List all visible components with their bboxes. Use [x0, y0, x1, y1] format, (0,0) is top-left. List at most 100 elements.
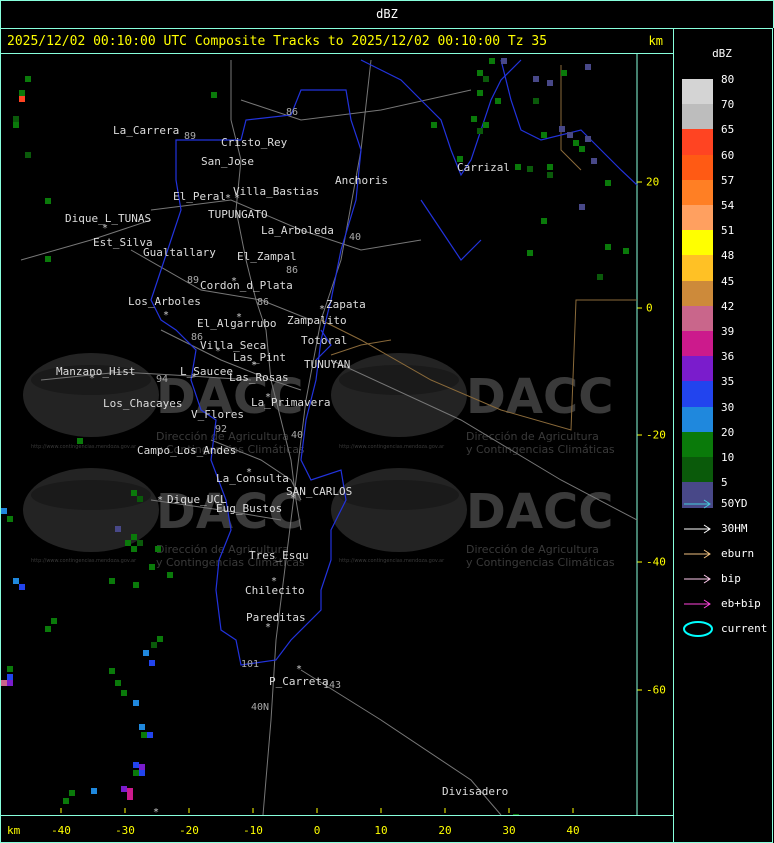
- legend-swatch-label: 45: [721, 274, 735, 288]
- place-label: Los_Arboles: [128, 295, 201, 308]
- track-arrow-icon: [684, 574, 711, 584]
- track-arrow-icon: [684, 549, 711, 559]
- y-tick-label: -40: [646, 555, 666, 569]
- legend-swatch: [682, 381, 713, 408]
- svg-text:*: *: [296, 664, 302, 675]
- place-label: El_Zampal: [237, 250, 297, 263]
- place-label: TUPUNGATO: [208, 208, 268, 221]
- x-tick-label: 40: [566, 824, 580, 837]
- svg-text:*: *: [163, 310, 169, 321]
- svg-text:89: 89: [184, 131, 196, 142]
- place-label: Tres_Esqu: [249, 549, 309, 562]
- legend-swatch: [682, 129, 713, 156]
- track-legend-label: 30HM: [721, 522, 748, 535]
- svg-text:*: *: [265, 622, 271, 633]
- x-tick-label: -20: [179, 824, 199, 837]
- x-tick-label: -40: [51, 824, 71, 837]
- watermark-line2: y Contingencias Climáticas: [466, 443, 615, 456]
- place-label: Eug_Bustos: [216, 502, 282, 515]
- place-label: Zampalito: [287, 314, 347, 327]
- legend-swatch: [682, 230, 713, 257]
- legend-swatch: [682, 331, 713, 357]
- watermark-logos: DACC Dirección de Agricultura y Continge…: [23, 353, 615, 569]
- svg-text:*: *: [191, 372, 197, 383]
- watermark-line1: Dirección de Agricultura: [466, 543, 599, 556]
- place-label: Cristo_Rey: [221, 136, 288, 149]
- legend-swatch: [682, 104, 713, 131]
- watermark-url: http://www.contingencias.mendoza.gov.ar: [339, 558, 445, 564]
- title-bar: 2025/12/02 00:10:00 UTC Composite Tracks…: [0, 28, 674, 54]
- svg-text:86: 86: [286, 265, 298, 276]
- x-tick-label: -30: [115, 824, 135, 837]
- place-label: L_Saucee: [180, 365, 233, 378]
- legend-swatch: [682, 205, 713, 231]
- svg-text:*: *: [215, 346, 221, 357]
- place-label: Villa_Bastias: [233, 185, 319, 198]
- legend-swatch: [682, 305, 713, 332]
- place-label: Las_Rosas: [229, 371, 289, 384]
- legend-swatch-label: 30: [721, 400, 735, 414]
- svg-text:143: 143: [323, 680, 341, 691]
- track-legend-label: 50YD: [721, 497, 748, 510]
- current-ellipse-icon: [683, 621, 713, 637]
- legend-title: dBZ: [712, 47, 732, 60]
- svg-text:40: 40: [291, 430, 303, 441]
- svg-text:40N: 40N: [251, 702, 269, 713]
- svg-text:*: *: [225, 193, 231, 204]
- legend-swatch: [682, 406, 713, 433]
- top-bar: dBZ: [0, 0, 774, 28]
- x-tick-label: 0: [313, 824, 321, 837]
- legend-swatch-label: 70: [721, 98, 735, 112]
- svg-text:89: 89: [187, 275, 199, 286]
- legend-swatch: [682, 356, 713, 383]
- place-label: Gualtallary: [143, 246, 216, 259]
- x-axis: km -40 -30 -20 -10 0 10 20 30 40: [0, 815, 674, 843]
- watermark-url: http://www.contingencias.mendoza.gov.ar: [339, 444, 445, 450]
- place-label: La_Arboleda: [261, 224, 334, 237]
- legend-swatch-label: 39: [721, 325, 735, 338]
- svg-text:94: 94: [156, 374, 168, 385]
- legend-swatch: [682, 280, 713, 307]
- legend-swatch: [682, 179, 713, 206]
- svg-text:86: 86: [191, 332, 203, 343]
- y-tick-label: -20: [646, 428, 666, 442]
- map-canvas[interactable]: DACC Dirección de Agricultura y Continge…: [1, 53, 673, 815]
- legend-swatch-label: 65: [721, 123, 735, 137]
- watermark-line2: y Contingencias Climáticas: [466, 556, 615, 569]
- y-tick-label: -60: [646, 683, 666, 697]
- place-label: Carrizal: [457, 161, 510, 174]
- legend-swatch-label: 35: [721, 375, 735, 389]
- legend-swatch: [682, 255, 713, 282]
- place-label: Las_Pint: [233, 351, 286, 364]
- place-label: Zapata: [326, 298, 366, 311]
- svg-text:*: *: [319, 304, 325, 315]
- place-label: V_Flores: [191, 408, 244, 421]
- legend-swatch-label: 48: [721, 249, 735, 263]
- track-legend-label: bip: [721, 572, 741, 585]
- radar-map[interactable]: DACC Dirección de Agricultura y Continge…: [0, 53, 674, 816]
- legend-swatch: [682, 457, 713, 483]
- svg-text:40: 40: [349, 232, 361, 243]
- place-label: Manzano_Hist: [56, 365, 135, 378]
- svg-text:86: 86: [257, 297, 269, 308]
- x-tick-label: -10: [243, 824, 263, 837]
- place-label: Totoral: [301, 334, 347, 347]
- x-tick-label: 20: [438, 824, 452, 837]
- legend-swatch-label: 5: [721, 476, 728, 490]
- track-arrow-icon: [684, 499, 711, 509]
- svg-text:*: *: [231, 276, 237, 287]
- place-label: Los_Chacayes: [103, 397, 182, 410]
- place-label: Pareditas: [246, 611, 306, 624]
- place-label: TUNUYAN: [304, 358, 350, 371]
- legend-swatch-label: 42: [721, 299, 735, 313]
- legend-swatch-label: 51: [721, 224, 735, 238]
- x-tick-label: 30: [502, 824, 516, 837]
- x-axis-unit: km: [7, 824, 21, 837]
- track-legend-label: eburn: [721, 547, 755, 560]
- svg-text:*: *: [251, 360, 257, 371]
- place-label: Dique_L_TUNAS: [65, 212, 151, 225]
- svg-text:92: 92: [215, 424, 227, 435]
- legend-swatch: [682, 154, 713, 181]
- product-label: dBZ: [376, 7, 398, 21]
- place-label: La_Carrera: [113, 124, 179, 137]
